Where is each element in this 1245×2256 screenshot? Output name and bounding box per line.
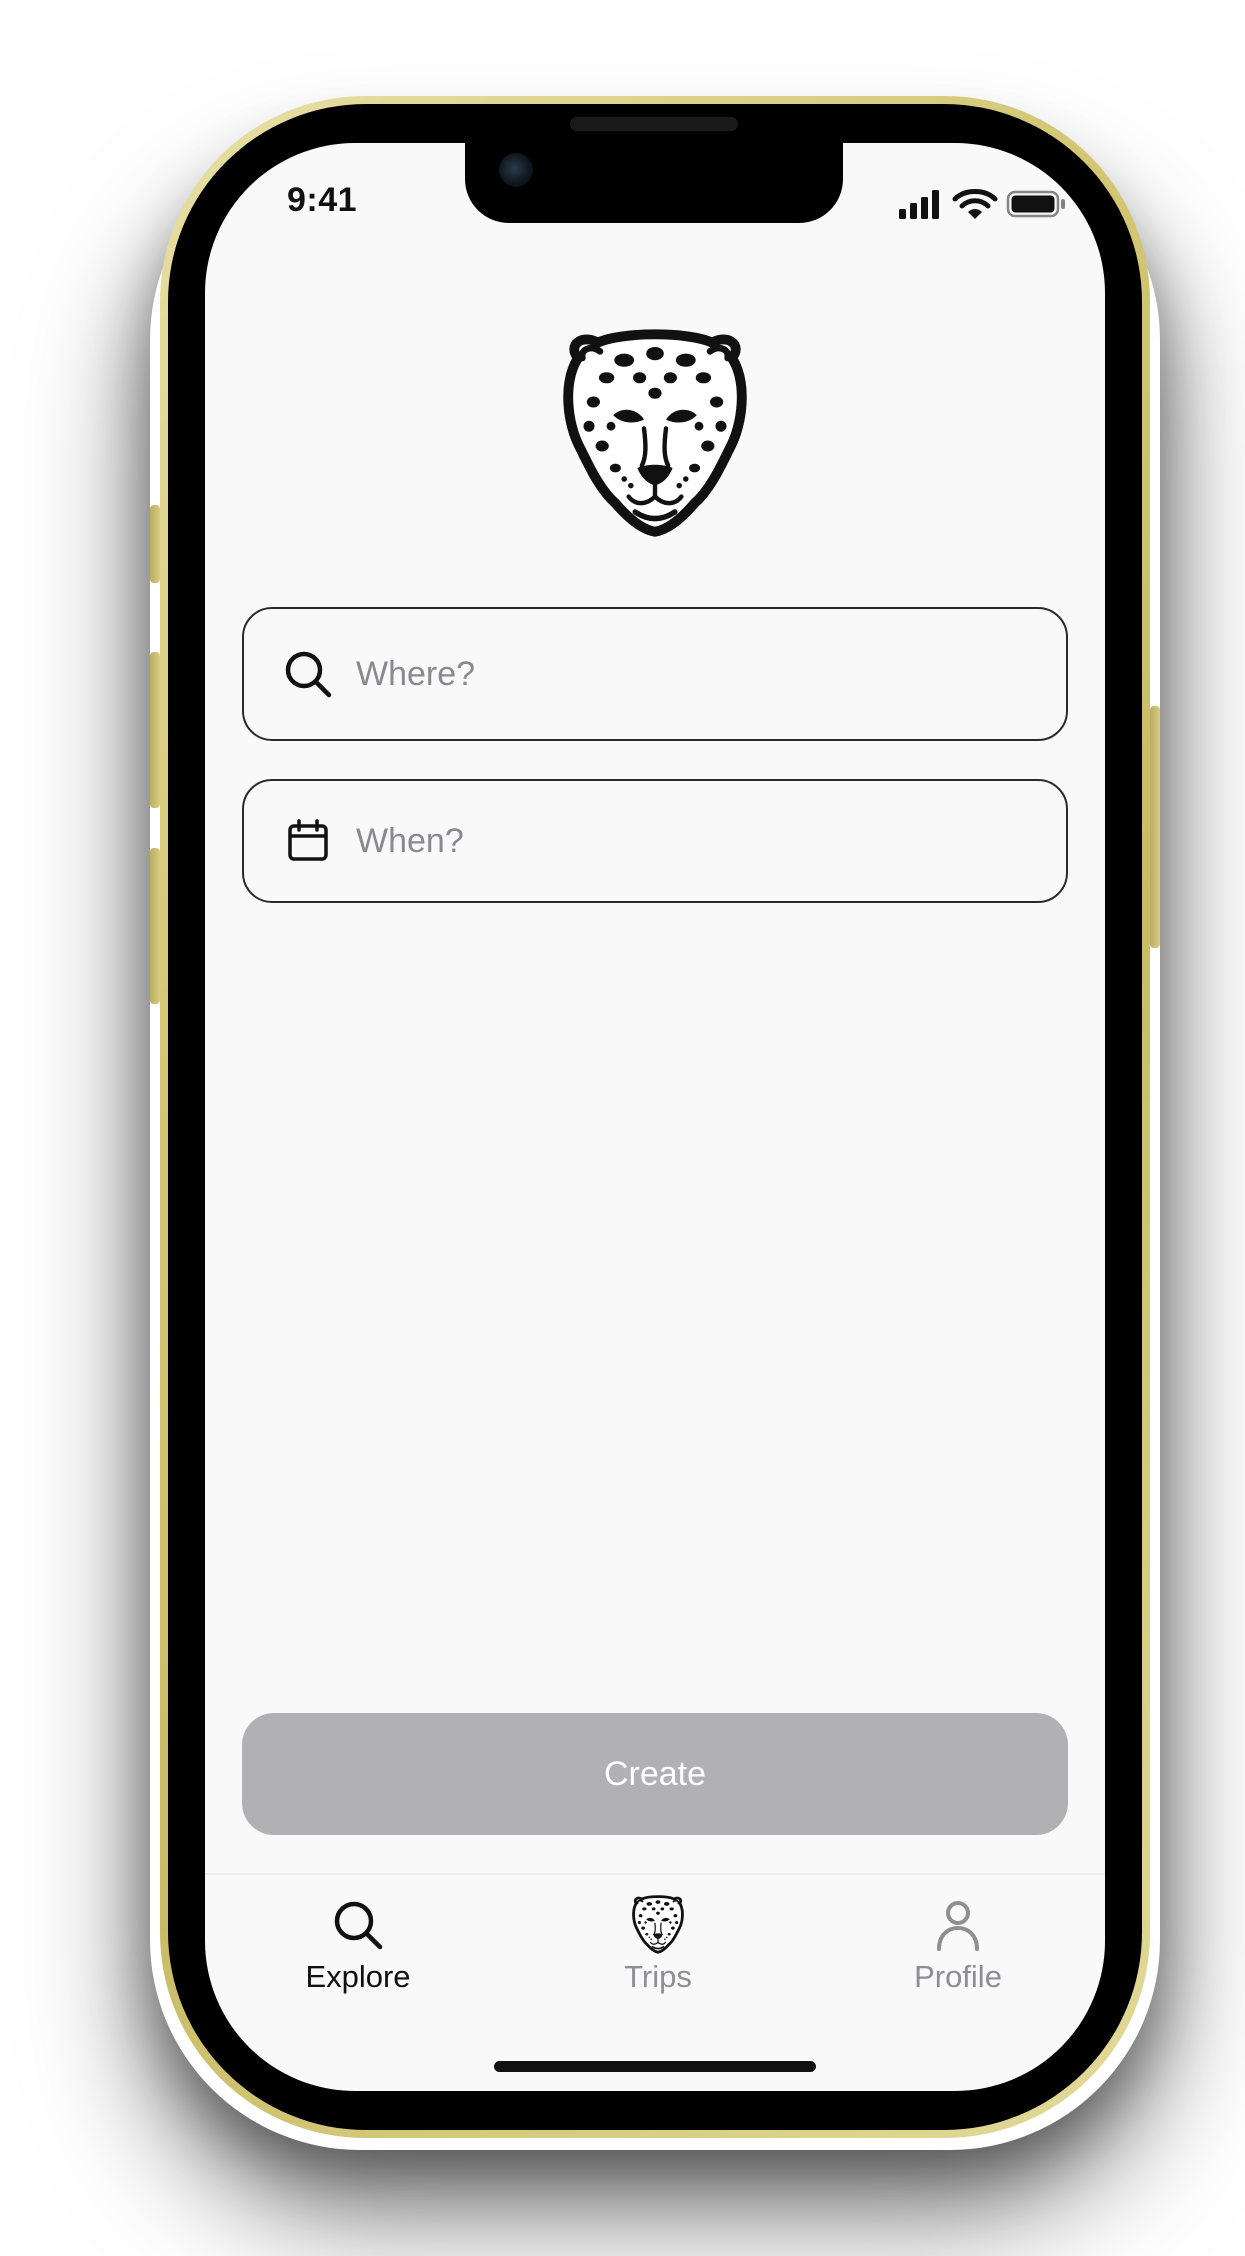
when-date-field[interactable]: When? (242, 779, 1068, 903)
search-icon (282, 648, 334, 700)
tab-explore-label: Explore (305, 1959, 411, 1994)
tab-profile[interactable]: Profile (848, 1893, 1068, 2003)
tab-bar-divider (205, 1873, 1105, 1875)
home-indicator[interactable] (494, 2061, 816, 2072)
mute-switch (150, 505, 160, 583)
status-time: 9:41 (287, 181, 358, 219)
volume-down-button (150, 848, 160, 1004)
search-icon (326, 1893, 390, 1957)
earpiece-speaker (570, 117, 738, 131)
leopard-head-icon (545, 325, 765, 545)
tab-profile-label: Profile (914, 1959, 1002, 1994)
status-icons (897, 187, 1067, 221)
when-placeholder: When? (356, 821, 464, 860)
front-camera (499, 153, 533, 187)
person-icon (926, 1893, 990, 1957)
cellular-signal-icon (899, 190, 939, 219)
volume-up-button (150, 652, 160, 808)
device-mockup: 9:41 Where? When? Create Explore Trips P… (0, 0, 1245, 2256)
wifi-icon (952, 189, 998, 219)
tab-explore[interactable]: Explore (248, 1893, 468, 2003)
calendar-icon (282, 815, 334, 867)
where-placeholder: Where? (356, 654, 476, 693)
where-search-field[interactable]: Where? (242, 607, 1068, 741)
leopard-logo (545, 325, 765, 545)
create-button[interactable]: Create (242, 1713, 1068, 1835)
battery-icon (1006, 190, 1065, 218)
power-button (1150, 706, 1160, 948)
app-screen: 9:41 Where? When? Create Explore Trips P… (205, 143, 1105, 2091)
tab-trips-label: Trips (624, 1959, 692, 1994)
tab-trips[interactable]: Trips (548, 1893, 768, 2003)
leopard-head-icon (626, 1893, 690, 1957)
